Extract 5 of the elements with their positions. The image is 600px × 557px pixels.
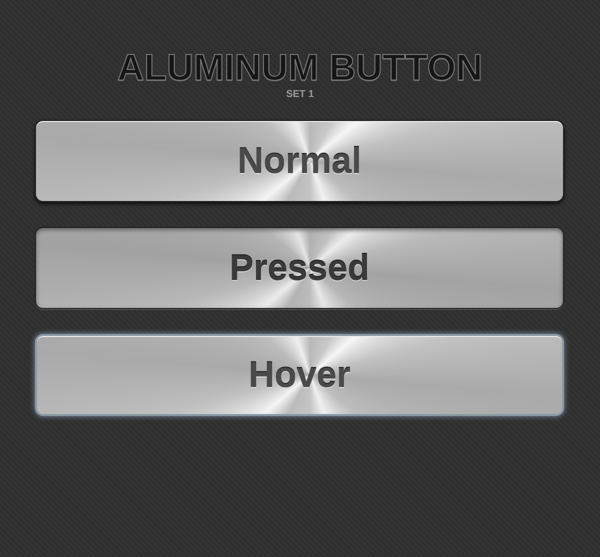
aluminum-button[interactable]: Pressed: [35, 227, 564, 309]
aluminum-button[interactable]: Hover: [35, 334, 564, 416]
page-title: ALUMINUM BUTTON: [117, 48, 483, 88]
aluminum-button[interactable]: Normal: [35, 120, 564, 202]
set-label: SET 1: [286, 89, 314, 100]
